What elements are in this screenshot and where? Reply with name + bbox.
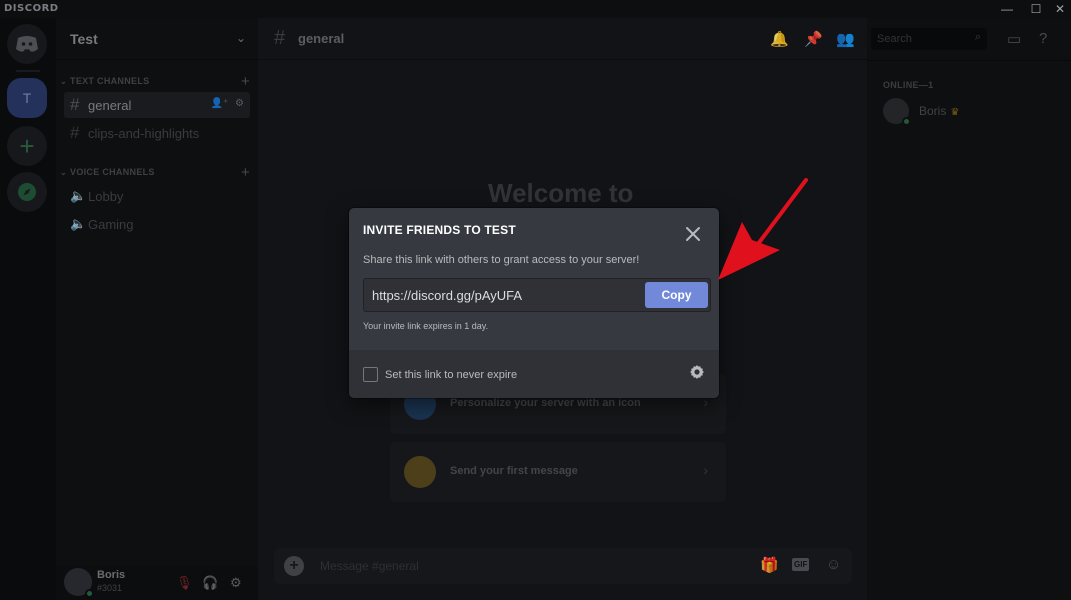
never-expire-label[interactable]: Set this link to never expire: [385, 369, 517, 381]
expire-note: Your invite link expires in 1 day.: [363, 321, 489, 331]
maximize-button[interactable]: ☐: [1025, 1, 1047, 17]
invite-link-field[interactable]: https://discord.gg/pAyUFA Copy: [363, 278, 711, 312]
never-expire-checkbox[interactable]: [363, 367, 378, 382]
annotation-arrow: [718, 178, 808, 280]
invite-link-value[interactable]: https://discord.gg/pAyUFA: [372, 288, 522, 303]
modal-description: Share this link with others to grant acc…: [363, 254, 640, 266]
invite-modal: INVITE FRIENDS TO TEST Share this link w…: [349, 208, 719, 398]
copy-button[interactable]: Copy: [645, 282, 708, 308]
discord-app: DISCORD — ☐ ✕ T + Test ⌄ ⌄ TEXT CHANNELS…: [0, 0, 1071, 600]
title-bar: DISCORD — ☐ ✕: [0, 0, 1071, 18]
gear-icon[interactable]: [689, 364, 705, 380]
close-window-button[interactable]: ✕: [1049, 1, 1071, 17]
modal-title: INVITE FRIENDS TO TEST: [363, 223, 516, 237]
app-brand: DISCORD: [4, 3, 59, 14]
minimize-button[interactable]: —: [996, 1, 1018, 17]
modal-footer: Set this link to never expire: [349, 350, 719, 398]
